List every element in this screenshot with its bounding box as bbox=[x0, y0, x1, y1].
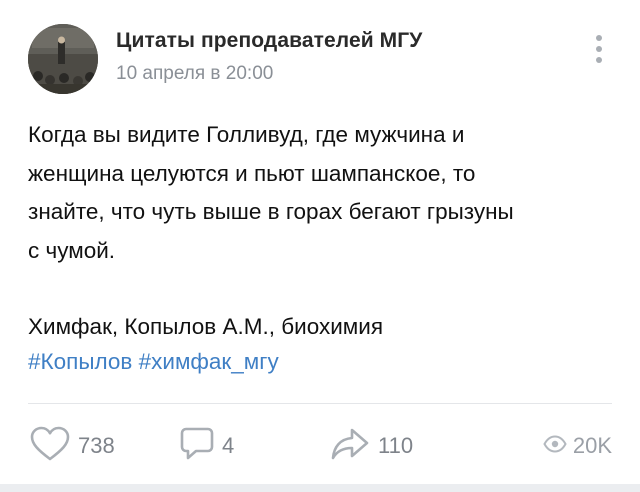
comment-button[interactable]: 4 bbox=[180, 426, 234, 466]
views-count: 20K bbox=[572, 433, 612, 458]
post-actions: 738 4 110 20K bbox=[0, 404, 640, 484]
feed-separator bbox=[0, 484, 640, 492]
like-count: 738 bbox=[78, 433, 115, 458]
hashtag-link[interactable]: #Копылов bbox=[28, 349, 132, 374]
eye-icon bbox=[543, 434, 567, 458]
views-counter: 20K bbox=[520, 426, 612, 466]
hashtag-link[interactable]: #химфак_мгу bbox=[139, 349, 279, 374]
post-text: Когда вы видите Голливуд, где мужчина и … bbox=[28, 122, 514, 263]
comment-icon bbox=[180, 426, 214, 467]
comment-count: 4 bbox=[222, 433, 235, 458]
like-button[interactable]: 738 bbox=[30, 426, 115, 466]
post-header: Цитаты преподавателей МГУ 10 апреля в 20… bbox=[0, 0, 640, 110]
post-signature: Химфак, Копылов А.М., биохимия bbox=[28, 314, 384, 339]
post-card: Цитаты преподавателей МГУ 10 апреля в 20… bbox=[0, 0, 640, 492]
share-count: 110 bbox=[378, 433, 414, 458]
more-options-button[interactable] bbox=[586, 32, 612, 66]
community-name[interactable]: Цитаты преподавателей МГУ bbox=[116, 29, 422, 53]
share-icon bbox=[330, 426, 370, 467]
post-hashtags: #Копылов #химфак_мгу bbox=[28, 343, 279, 381]
community-avatar[interactable] bbox=[28, 24, 98, 94]
more-dots-icon bbox=[596, 35, 602, 41]
share-button[interactable]: 110 bbox=[330, 426, 413, 466]
heart-icon bbox=[30, 426, 70, 467]
post-date[interactable]: 10 апреля в 20:00 bbox=[116, 63, 273, 85]
